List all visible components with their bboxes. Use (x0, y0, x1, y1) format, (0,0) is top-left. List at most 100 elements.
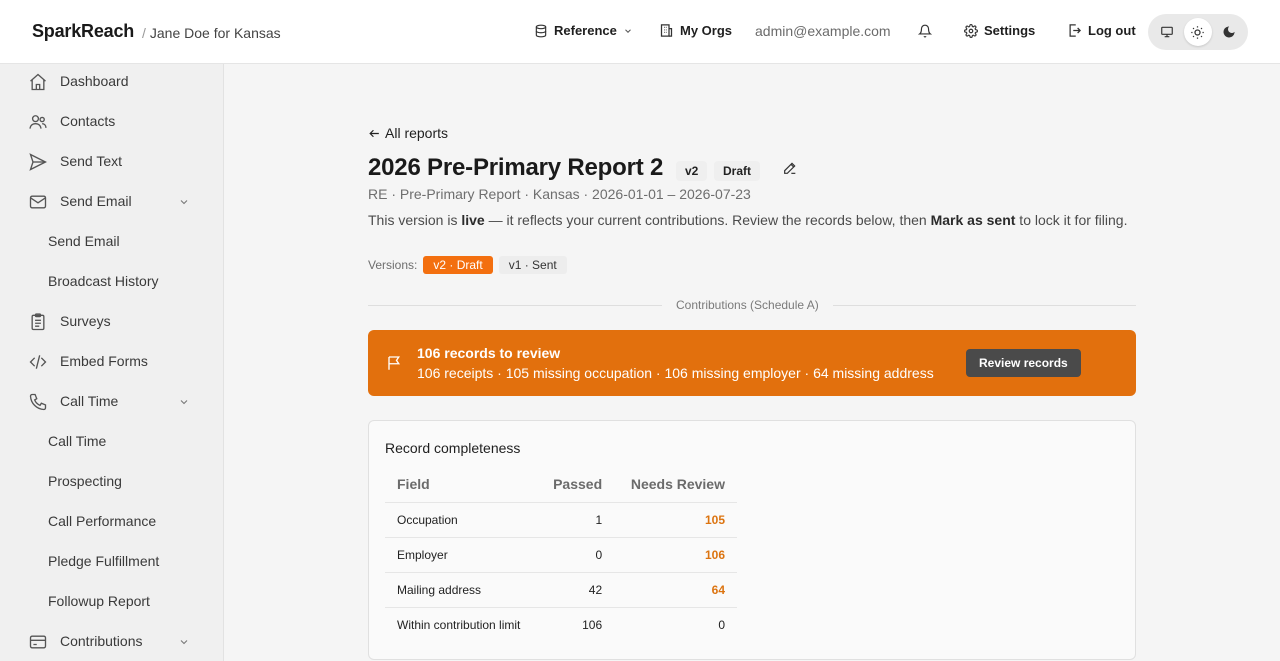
chevron-down-icon (178, 196, 190, 208)
card-title: Record completeness (385, 440, 521, 456)
report-description: This version is live — it reflects your … (368, 212, 1128, 228)
logout-button[interactable]: Log out (1067, 23, 1136, 38)
versions-label: Versions: (368, 258, 418, 272)
credit-card-icon (28, 632, 48, 652)
system-theme-button[interactable] (1153, 18, 1181, 46)
clipboard-icon (28, 312, 48, 332)
users-icon (28, 112, 48, 132)
chevron-down-icon (178, 636, 190, 648)
building-icon (659, 23, 674, 38)
version-chip-v1[interactable]: v1 · Sent (498, 256, 567, 274)
field-cell: Mailing address (385, 571, 539, 607)
sidebar-item-pledge-fulfillment[interactable]: Pledge Fulfillment (0, 542, 223, 582)
column-header-passed: Passed (553, 476, 603, 493)
monitor-icon (1160, 25, 1174, 39)
chevron-down-icon (178, 396, 190, 408)
field-cell: Within contribution limit (385, 606, 539, 642)
gear-icon (964, 23, 978, 38)
reference-menu-button[interactable]: Reference (534, 23, 633, 38)
sidebar-item-prospecting[interactable]: Prospecting (0, 462, 223, 502)
sidebar-item-contributions-group[interactable]: Contributions (0, 622, 223, 661)
logout-icon (1067, 23, 1082, 38)
phone-icon (28, 392, 48, 412)
needs-review-cell: 64 (614, 571, 737, 607)
section-label: Contributions (Schedule A) (662, 298, 833, 312)
edit-title-button[interactable] (782, 160, 798, 176)
completeness-table: Field Passed Needs Review Occupation 1 1… (385, 467, 737, 642)
report-meta: RE · Pre-Primary Report · Kansas · 2026-… (368, 186, 751, 202)
sidebar-item-label: Send Email (48, 233, 120, 249)
table-row: Mailing address 42 64 (385, 571, 737, 607)
light-theme-button[interactable] (1183, 18, 1212, 46)
column-header-field: Field (397, 476, 430, 493)
settings-button[interactable]: Settings (964, 23, 1035, 38)
needs-review-cell: 0 (614, 606, 737, 642)
main-content: All reports 2026 Pre-Primary Report 2 v2… (224, 64, 1280, 661)
sidebar-item-send-text[interactable]: Send Text (0, 142, 223, 182)
passed-cell: 42 (538, 571, 615, 607)
chevron-down-icon (623, 26, 633, 36)
sidebar-item-label: Broadcast History (48, 273, 159, 289)
home-icon (28, 72, 48, 92)
sidebar-item-label: Followup Report (48, 593, 150, 609)
sidebar-item-call-performance[interactable]: Call Performance (0, 502, 223, 542)
sidebar-item-label: Send Email (60, 193, 132, 209)
sidebar-item-dashboard[interactable]: Dashboard (0, 64, 223, 102)
top-header: SparkReach / Jane Doe for Kansas Referenc… (0, 0, 1280, 64)
dark-theme-button[interactable] (1215, 18, 1243, 46)
sidebar-item-call-time[interactable]: Call Time (0, 422, 223, 462)
page-title: 2026 Pre-Primary Report 2 (368, 154, 664, 181)
sidebar-item-label: Dashboard (60, 73, 129, 89)
sidebar-item-send-email-group[interactable]: Send Email (0, 182, 223, 222)
org-name: Jane Doe for Kansas (149, 25, 281, 41)
code-icon (28, 352, 48, 372)
passed-cell: 1 (538, 501, 615, 537)
sidebar-item-label: Surveys (60, 313, 111, 329)
sidebar-item-label: Prospecting (48, 473, 122, 489)
alert-title: 106 records to review (417, 345, 561, 361)
database-icon (534, 24, 548, 38)
mail-icon (28, 192, 48, 212)
sidebar-item-label: Contacts (60, 113, 116, 129)
column-header-needs-review: Needs Review (630, 476, 725, 493)
sidebar-item-embed-forms[interactable]: Embed Forms (0, 342, 223, 382)
versions-selector: Versions: v2 · Draft v1 · Sent (368, 256, 567, 274)
field-cell: Employer (385, 536, 539, 572)
send-icon (28, 152, 48, 172)
flag-icon (386, 354, 404, 372)
theme-switcher (1148, 14, 1248, 50)
review-alert: 106 records to review 106 receipts · 105… (368, 330, 1136, 396)
sidebar-item-send-email[interactable]: Send Email (0, 222, 223, 262)
sidebar-item-call-time-group[interactable]: Call Time (0, 382, 223, 422)
moon-icon (1222, 25, 1236, 39)
sidebar-item-label: Embed Forms (60, 353, 148, 369)
my-orgs-button[interactable]: My Orgs (659, 23, 732, 38)
user-email: admin@example.com (755, 23, 891, 39)
org-breadcrumb: / Jane Doe for Kansas (142, 25, 281, 41)
alert-subtitle: 106 receipts · 105 missing occupation · … (417, 365, 934, 381)
sidebar: Dashboard Contacts Send Text Send Email … (0, 64, 224, 661)
brand-logo[interactable]: SparkReach (32, 21, 134, 42)
status-badge: Draft (714, 161, 761, 181)
needs-review-cell: 105 (614, 501, 737, 537)
sidebar-item-contacts[interactable]: Contacts (0, 102, 223, 142)
passed-cell: 0 (538, 536, 615, 572)
version-badge: v2 (676, 161, 708, 181)
review-records-button[interactable]: Review records (966, 349, 1081, 377)
table-row: Employer 0 106 (385, 536, 737, 572)
sidebar-item-broadcast-history[interactable]: Broadcast History (0, 262, 223, 302)
field-cell: Occupation (385, 501, 539, 537)
sidebar-item-label: Contributions (60, 633, 143, 649)
sidebar-item-label: Send Text (60, 153, 123, 169)
table-header-row: Field Passed Needs Review (385, 467, 737, 502)
back-to-reports-link[interactable]: All reports (368, 125, 448, 141)
pencil-icon (782, 160, 798, 176)
sidebar-item-surveys[interactable]: Surveys (0, 302, 223, 342)
sidebar-item-followup-report[interactable]: Followup Report (0, 582, 223, 622)
notifications-button[interactable] (918, 24, 932, 38)
sun-icon (1190, 25, 1205, 40)
table-row: Occupation 1 105 (385, 501, 737, 537)
arrow-left-icon (368, 127, 381, 140)
record-completeness-card: Record completeness Field Passed Needs R… (368, 420, 1136, 660)
version-chip-v2[interactable]: v2 · Draft (423, 256, 493, 274)
